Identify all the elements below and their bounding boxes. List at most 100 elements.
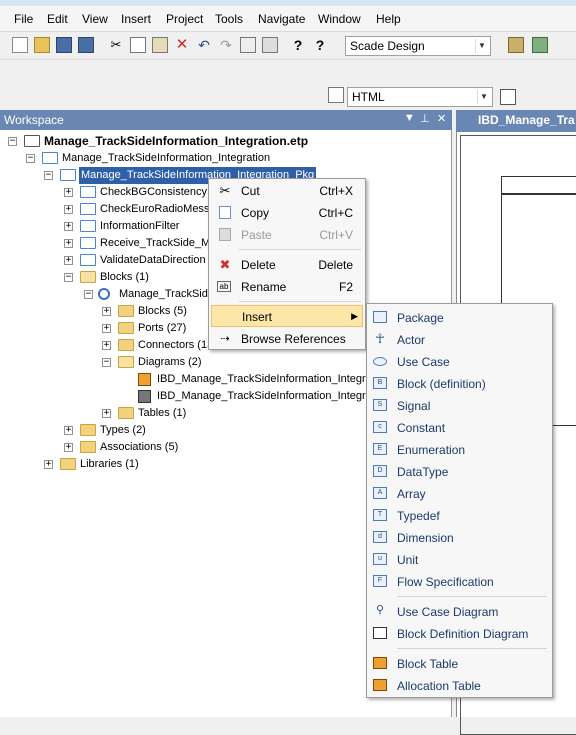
project-file-icon <box>24 135 40 147</box>
expand-icon[interactable]: + <box>64 239 73 248</box>
unit-icon: u <box>373 553 387 565</box>
collapse-icon[interactable]: − <box>26 154 35 163</box>
menu-file[interactable]: File <box>14 12 33 26</box>
expand-icon[interactable]: + <box>102 409 111 418</box>
open-folder-icon[interactable] <box>34 37 50 53</box>
tree-item-blocks[interactable]: − Blocks (1) <box>64 269 214 286</box>
panel-menu-icon[interactable]: ▼ <box>404 112 415 124</box>
menu-item-insert[interactable]: Insert ▶ <box>211 305 363 327</box>
tree-item-validate[interactable]: + ValidateDataDirection <box>64 252 214 269</box>
collapse-icon[interactable]: − <box>84 290 93 299</box>
collapse-icon[interactable]: − <box>64 273 73 282</box>
collapse-icon[interactable]: − <box>102 358 111 367</box>
submenu-item-use-case-diagram[interactable]: ⚲ Use Case Diagram <box>369 601 550 623</box>
submenu-item-actor[interactable]: ☥ Actor <box>369 329 550 351</box>
submenu-item-unit[interactable]: u Unit <box>369 549 550 571</box>
expand-icon[interactable]: + <box>44 460 53 469</box>
expand-icon[interactable]: + <box>102 341 111 350</box>
submenu-item-label: Use Case <box>397 355 450 369</box>
menu-item-rename[interactable]: ab Rename F2 <box>211 276 363 298</box>
delete-icon[interactable]: ✕ <box>174 37 190 53</box>
submenu-item-signal[interactable]: S Signal <box>369 395 550 417</box>
context-help-icon[interactable]: ? <box>312 37 328 53</box>
tree-item-tables[interactable]: + Tables (1) <box>102 405 212 422</box>
expand-icon[interactable]: + <box>64 222 73 231</box>
collapse-icon[interactable]: − <box>8 137 17 146</box>
copy-icon[interactable] <box>130 37 146 53</box>
tree-root-label: Manage_TrackSideInformation_Integration.… <box>44 134 309 148</box>
expand-icon[interactable]: + <box>64 188 73 197</box>
submenu-item-block-table[interactable]: Block Table <box>369 653 550 675</box>
submenu-item-datatype[interactable]: D DataType <box>369 461 550 483</box>
submenu-item-use-case[interactable]: Use Case <box>369 351 550 373</box>
menu-item-browse-references[interactable]: ⇢ Browse References <box>211 328 363 350</box>
tree-item-infofilter[interactable]: + InformationFilter <box>64 218 214 235</box>
menu-view[interactable]: View <box>82 12 108 26</box>
format-combo[interactable]: HTML ▼ <box>347 87 493 107</box>
submenu-item-typedef[interactable]: T Typedef <box>369 505 550 527</box>
submenu-item-allocation-table[interactable]: Allocation Table <box>369 675 550 697</box>
tree-item-manage-block[interactable]: − Manage_TrackSide <box>84 286 214 303</box>
expand-icon[interactable]: + <box>64 205 73 214</box>
menu-item-copy[interactable]: Copy Ctrl+C <box>211 202 363 224</box>
collapse-icon[interactable]: − <box>44 171 53 180</box>
print-icon[interactable] <box>262 37 278 53</box>
expand-icon[interactable]: + <box>64 426 73 435</box>
tree-item-checkbg[interactable]: + CheckBGConsistency <box>64 184 214 201</box>
tree-item-ibd2[interactable]: IBD_Manage_TrackSideInformation_Integra <box>138 388 372 405</box>
save-all-icon[interactable] <box>78 37 94 53</box>
tree-project[interactable]: − Manage_TrackSideInformation_Integratio… <box>26 150 286 167</box>
chevron-down-icon[interactable]: ▼ <box>475 39 488 53</box>
submenu-item-block-definition-diagram[interactable]: Block Definition Diagram <box>369 623 550 645</box>
report-icon[interactable] <box>328 87 344 103</box>
design-combo[interactable]: Scade Design ▼ <box>345 36 491 56</box>
pin-icon[interactable]: ⊥ <box>420 112 430 125</box>
new-file-icon[interactable] <box>12 37 28 53</box>
submenu-item-constant[interactable]: c Constant <box>369 417 550 439</box>
submenu-item-array[interactable]: A Array <box>369 483 550 505</box>
menu-item-cut[interactable]: ✂ Cut Ctrl+X <box>211 180 363 202</box>
properties-icon[interactable] <box>240 37 256 53</box>
menu-navigate[interactable]: Navigate <box>258 12 305 26</box>
submenu-item-package[interactable]: Package <box>369 307 550 329</box>
expand-icon[interactable]: + <box>64 256 73 265</box>
tree-item-blocks5[interactable]: + Blocks (5) <box>102 303 212 320</box>
tree-item-ibd1[interactable]: IBD_Manage_TrackSideInformation_Integra <box>138 371 372 388</box>
menu-item-delete[interactable]: ✖ Delete Delete <box>211 254 363 276</box>
submenu-item-flow-specification[interactable]: F Flow Specification <box>369 571 550 593</box>
menu-item-label: Browse References <box>241 332 346 346</box>
tree-item-receive[interactable]: + Receive_TrackSide_Ms <box>64 235 216 252</box>
tree-item-ports[interactable]: + Ports (27) <box>102 320 212 337</box>
paste-icon[interactable] <box>152 37 168 53</box>
cut-icon[interactable]: ✂ <box>108 37 124 53</box>
open-report-icon[interactable] <box>500 89 516 105</box>
tree-item-checkeuro[interactable]: + CheckEuroRadioMessa <box>64 201 216 218</box>
redo-icon[interactable]: ↷ <box>218 37 234 53</box>
undo-icon[interactable]: ↶ <box>196 37 212 53</box>
network-icon[interactable] <box>532 37 548 53</box>
menu-project[interactable]: Project <box>166 12 203 26</box>
tree-item-types[interactable]: + Types (2) <box>64 422 204 439</box>
submenu-item-block-definition[interactable]: B Block (definition) <box>369 373 550 395</box>
menu-window[interactable]: Window <box>318 12 361 26</box>
tree-item-libraries[interactable]: + Libraries (1) <box>44 456 184 473</box>
close-icon[interactable]: ✕ <box>437 112 446 125</box>
save-icon[interactable] <box>56 37 72 53</box>
editor-tab[interactable]: IBD_Manage_Tra <box>456 110 576 132</box>
expand-icon[interactable]: + <box>64 443 73 452</box>
tree-root[interactable]: − Manage_TrackSideInformation_Integratio… <box>8 133 328 150</box>
menu-help[interactable]: Help <box>376 12 401 26</box>
build-icon[interactable] <box>508 37 524 53</box>
expand-icon[interactable]: + <box>102 324 111 333</box>
submenu-item-dimension[interactable]: d Dimension <box>369 527 550 549</box>
chevron-down-icon[interactable]: ▼ <box>477 90 490 104</box>
submenu-item-enumeration[interactable]: E Enumeration <box>369 439 550 461</box>
tree-item-connectors[interactable]: + Connectors (13 <box>102 337 213 354</box>
menu-insert[interactable]: Insert <box>121 12 151 26</box>
menu-tools[interactable]: Tools <box>215 12 243 26</box>
menu-edit[interactable]: Edit <box>47 12 68 26</box>
expand-icon[interactable]: + <box>102 307 111 316</box>
help-icon[interactable]: ? <box>290 37 306 53</box>
tree-item-diagrams[interactable]: − Diagrams (2) <box>102 354 212 371</box>
tree-item-associations[interactable]: + Associations (5) <box>64 439 204 456</box>
